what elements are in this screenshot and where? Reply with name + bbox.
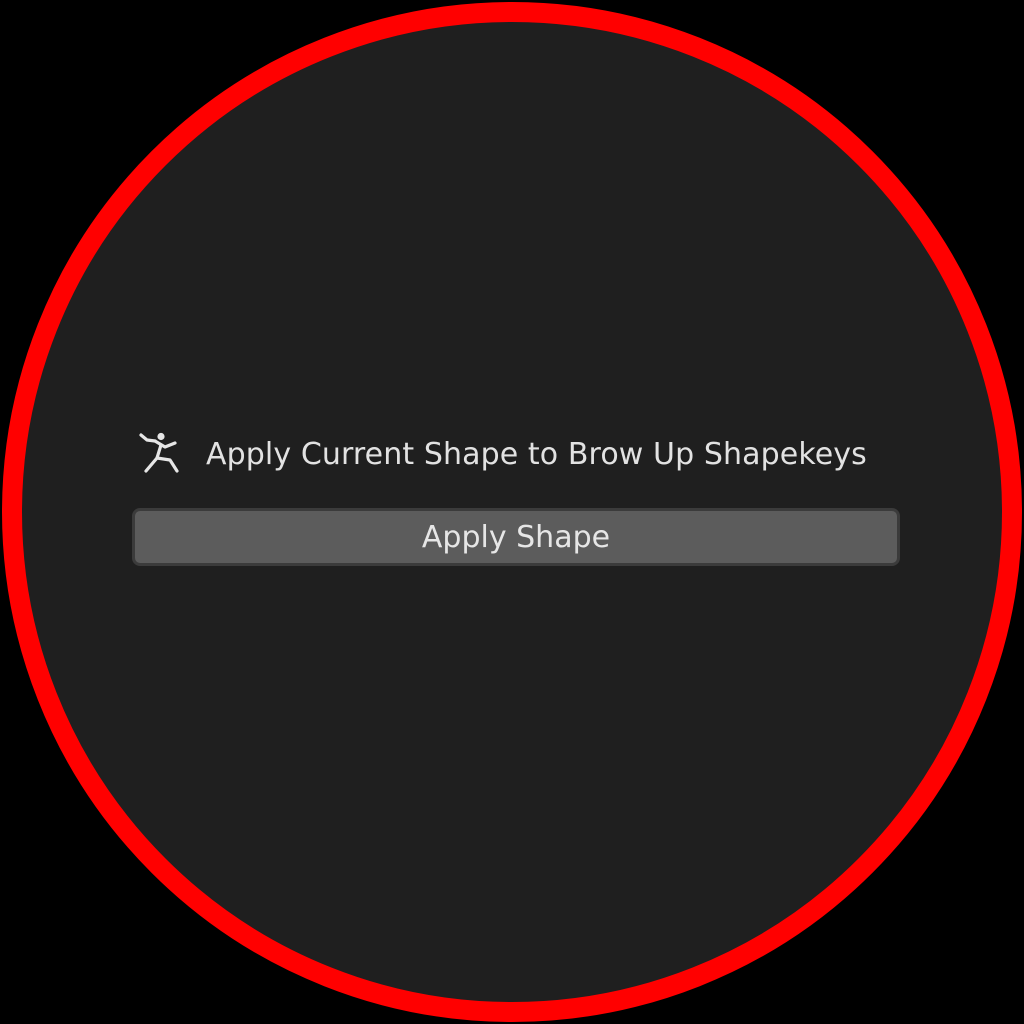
panel-header-label: Apply Current Shape to Brow Up Shapekeys — [206, 436, 867, 472]
apply-shape-button[interactable]: Apply Shape — [132, 508, 900, 566]
screenshot-frame: Apply Current Shape to Brow Up Shapekeys… — [0, 0, 1024, 1024]
armature-pose-icon — [134, 430, 186, 478]
apply-shape-button-label: Apply Shape — [421, 519, 611, 555]
panel-header: Apply Current Shape to Brow Up Shapekeys — [132, 426, 902, 482]
shapekey-panel: Apply Current Shape to Brow Up Shapekeys… — [132, 426, 902, 576]
